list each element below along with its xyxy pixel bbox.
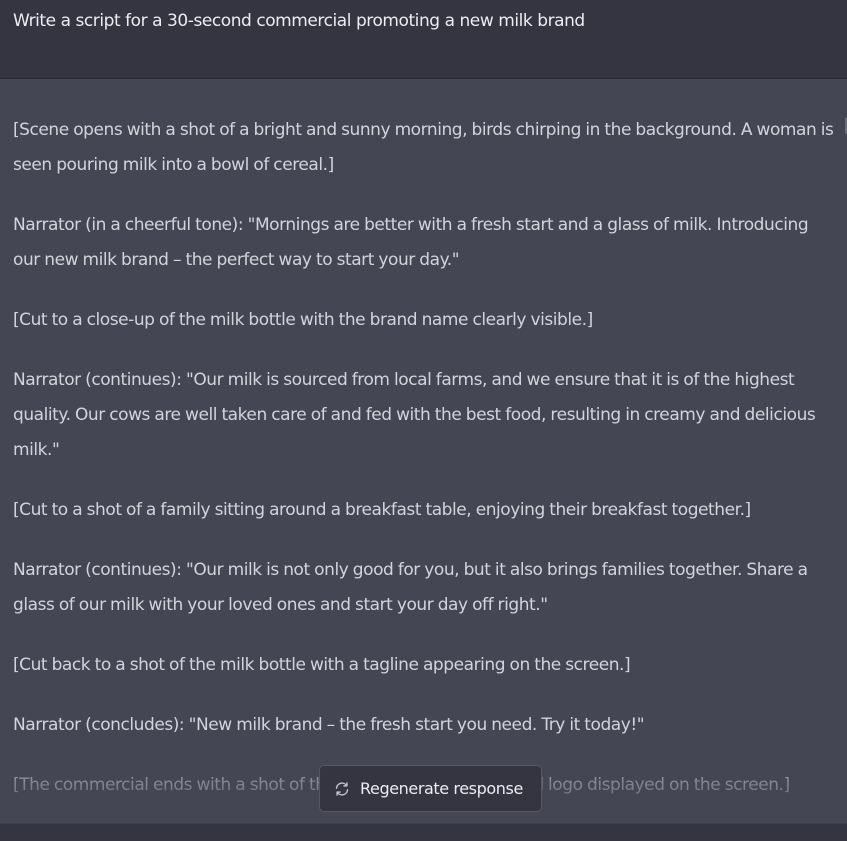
regenerate-response-button[interactable]: Regenerate response [319,765,542,812]
user-message-text: Write a script for a 30-second commercia… [13,11,585,31]
chat-window: Write a script for a 30-second commercia… [0,0,847,841]
response-paragraph: [Scene opens with a shot of a bright and… [13,120,834,175]
response-paragraph: [Cut to a shot of a family sitting aroun… [13,500,751,520]
response-paragraph: [Cut to a close-up of the milk bottle wi… [13,310,593,330]
response-paragraph: [Cut back to a shot of the milk bottle w… [13,655,631,675]
response-paragraph: Narrator (concludes): "New milk brand – … [13,715,645,735]
assistant-response: [Scene opens with a shot of a bright and… [0,79,847,823]
response-paragraph: Narrator (continues): "Our milk is sourc… [13,370,816,460]
refresh-icon [335,782,349,796]
response-paragraph: Narrator (in a cheerful tone): "Mornings… [13,215,809,270]
regenerate-response-label: Regenerate response [360,779,523,798]
user-message: Write a script for a 30-second commercia… [0,0,847,79]
response-paragraph: Narrator (continues): "Our milk is not o… [13,560,808,615]
input-area [0,823,847,841]
